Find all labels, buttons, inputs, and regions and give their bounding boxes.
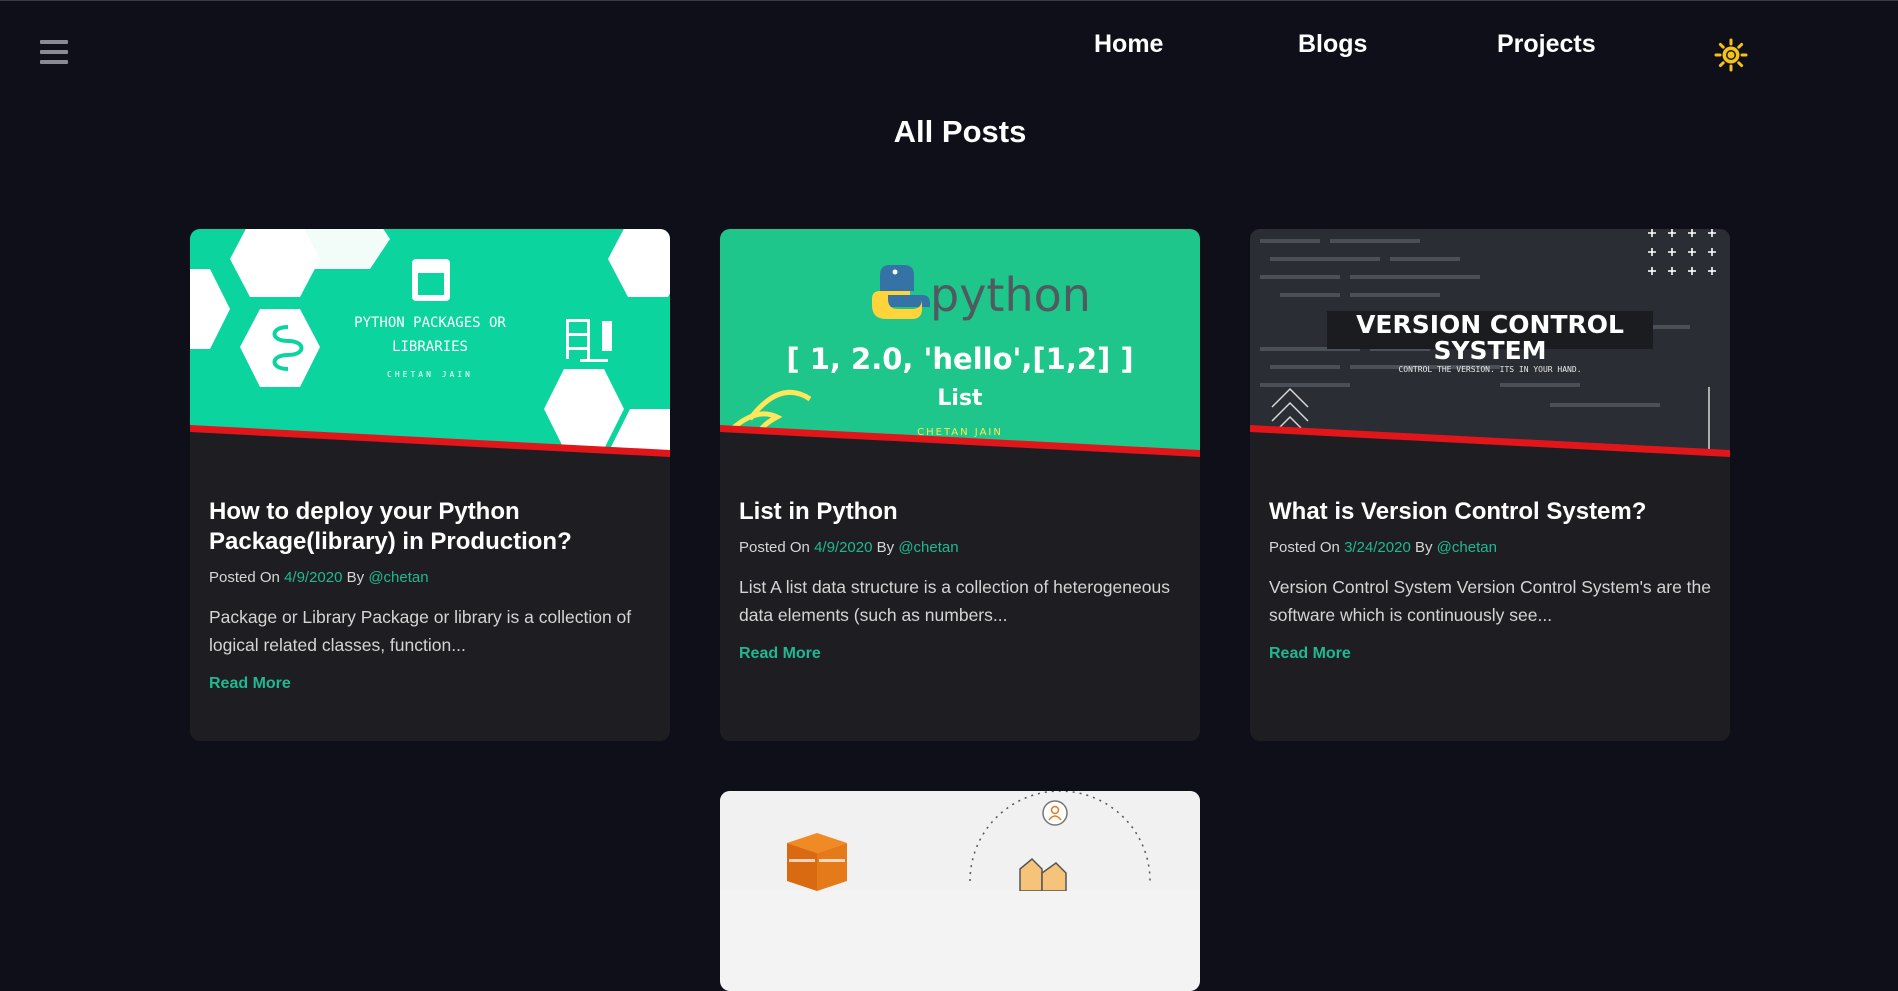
post-thumbnail: VERSION CONTROL SYSTEM CONTROL THE VERSI… xyxy=(1250,229,1730,459)
python-packages-thumbnail: PYTHON PACKAGES OR LIBRARIES CHETAN JAIN xyxy=(190,229,670,459)
thumb-line2: SYSTEM xyxy=(1433,336,1546,365)
post-author[interactable]: @chetan xyxy=(368,569,428,586)
nav-projects-link[interactable]: Projects xyxy=(1497,30,1596,59)
menu-bar xyxy=(40,40,68,44)
post-meta: Posted On 4/9/2020 By @chetan xyxy=(739,539,1181,556)
version-control-thumbnail: VERSION CONTROL SYSTEM CONTROL THE VERSI… xyxy=(1250,229,1730,459)
post-meta: Posted On 4/9/2020 By @chetan xyxy=(209,569,651,586)
menu-bar xyxy=(40,50,68,54)
python-list-thumbnail: python [ 1, 2.0, 'hello',[1,2] ] List CH… xyxy=(720,229,1200,459)
post-thumbnail: PYTHON PACKAGES OR LIBRARIES CHETAN JAIN xyxy=(190,229,670,459)
post-card[interactable] xyxy=(720,791,1200,991)
post-excerpt: List A list data structure is a collecti… xyxy=(739,577,1170,625)
read-more-link[interactable]: Read More xyxy=(209,675,291,693)
by-label: By xyxy=(876,539,895,556)
thumb-code: [ 1, 2.0, 'hello',[1,2] ] xyxy=(786,342,1133,376)
menu-bar xyxy=(40,60,68,64)
python-wordmark: python xyxy=(930,268,1091,322)
by-label: By xyxy=(1414,539,1433,556)
sun-icon[interactable] xyxy=(1714,38,1748,72)
hamburger-menu-icon[interactable] xyxy=(40,40,68,68)
post-excerpt: Version Control System Version Control S… xyxy=(1269,577,1712,625)
post-title[interactable]: What is Version Control System? xyxy=(1269,497,1711,527)
post-date: 4/9/2020 xyxy=(814,539,873,556)
nav-home-link[interactable]: Home xyxy=(1094,30,1163,59)
read-more-link[interactable]: Read More xyxy=(1269,645,1351,663)
read-more-link[interactable]: Read More xyxy=(739,645,821,663)
post-title[interactable]: How to deploy your Python Package(librar… xyxy=(209,497,651,557)
post-excerpt: Package or Library Package or library is… xyxy=(209,607,632,655)
post-date: 3/24/2020 xyxy=(1344,539,1411,556)
post-date: 4/9/2020 xyxy=(284,569,343,586)
post-card[interactable]: VERSION CONTROL SYSTEM CONTROL THE VERSI… xyxy=(1250,229,1730,741)
by-label: By xyxy=(346,569,365,586)
thumb-line1: VERSION CONTROL xyxy=(1356,310,1624,339)
posted-on-label: Posted On xyxy=(209,569,280,586)
post-thumbnail: python [ 1, 2.0, 'hello',[1,2] ] List CH… xyxy=(720,229,1200,459)
post-title[interactable]: List in Python xyxy=(739,497,1181,527)
page-title: All Posts xyxy=(893,114,1027,149)
thumb-tagline: CONTROL THE VERSION. ITS IN YOUR HAND. xyxy=(1398,365,1581,374)
post-card[interactable]: python [ 1, 2.0, 'hello',[1,2] ] List CH… xyxy=(720,229,1200,741)
top-border xyxy=(0,0,1898,1)
posted-on-label: Posted On xyxy=(739,539,810,556)
post-author[interactable]: @chetan xyxy=(898,539,958,556)
nav-blogs-link[interactable]: Blogs xyxy=(1298,30,1367,59)
post-meta: Posted On 3/24/2020 By @chetan xyxy=(1269,539,1711,556)
thumb-line2: LIBRARIES xyxy=(392,339,468,355)
thumb-author: CHETAN JAIN xyxy=(387,370,473,379)
thumb-label: List xyxy=(937,386,983,411)
post-author[interactable]: @chetan xyxy=(1437,539,1497,556)
server-stack-icon xyxy=(787,833,847,891)
post-card[interactable]: PYTHON PACKAGES OR LIBRARIES CHETAN JAIN… xyxy=(190,229,670,741)
post-thumbnail xyxy=(720,791,1200,892)
posted-on-label: Posted On xyxy=(1269,539,1340,556)
thumb-line1: PYTHON PACKAGES OR xyxy=(354,315,506,331)
